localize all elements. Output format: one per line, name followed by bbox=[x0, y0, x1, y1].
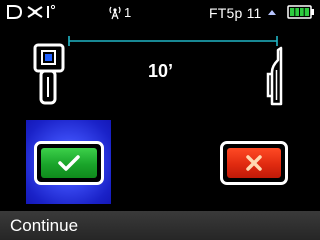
continue-label: Continue bbox=[10, 216, 79, 235]
cancel-button[interactable] bbox=[220, 141, 288, 185]
checkmark-icon bbox=[58, 155, 80, 171]
accept-button[interactable] bbox=[34, 141, 104, 185]
x-cross-icon bbox=[246, 155, 262, 171]
footer-bar[interactable]: Continue bbox=[0, 211, 320, 240]
cancel-button-face bbox=[227, 148, 281, 178]
drill-head-icon bbox=[266, 46, 283, 106]
accept-button-face bbox=[41, 148, 97, 178]
locator-receiver-icon bbox=[33, 43, 65, 105]
distance-value: 10’ bbox=[148, 61, 174, 81]
